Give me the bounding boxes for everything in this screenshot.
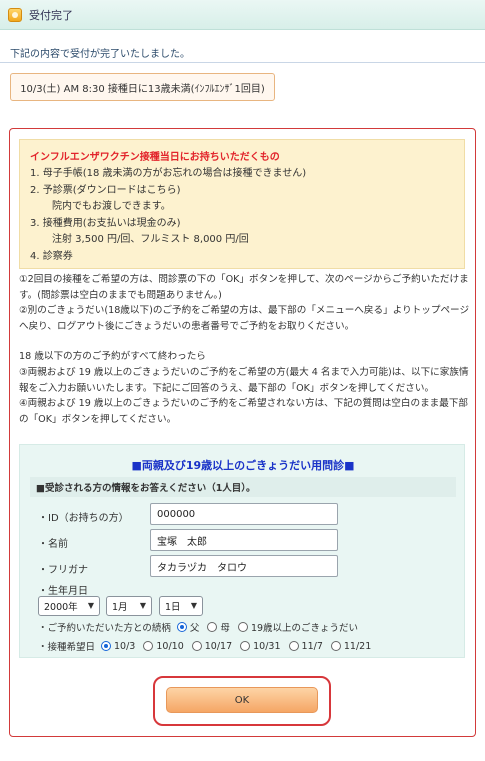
reservation-panel: インフルエンザワクチン接種当日にお持ちいただくもの 1. 母子手帳(18 歳未満… (9, 128, 476, 737)
date-radio-11-21[interactable]: 11/21 (330, 640, 372, 652)
bring-items-box: インフルエンザワクチン接種当日にお持ちいただくもの 1. 母子手帳(18 歳未満… (19, 139, 465, 269)
chevron-down-icon: ▼ (87, 601, 94, 610)
instruction-4: ④両親および 19 歳以上のごきょうだいのご予約をご希望されない方は、下記の質問… (19, 398, 469, 425)
date-radio-10-17[interactable]: 10/17 (191, 640, 233, 652)
birth-year-value: 2000年 (44, 602, 78, 613)
radio-icon (237, 622, 248, 632)
bring-item[interactable]: 2. 予診票(ダウンロードはこちら) (30, 183, 454, 200)
divider (0, 62, 485, 63)
date-option-label: 10/31 (253, 640, 281, 652)
relation-option-label: 19歳以上のごきょうだい (250, 623, 359, 634)
date-radio-10-3[interactable]: 10/3 (101, 641, 135, 652)
birth-year-select[interactable]: 2000年 ▼ (38, 596, 100, 616)
radio-icon (240, 641, 251, 651)
radio-icon (207, 622, 218, 632)
radio-icon (330, 641, 341, 651)
radio-icon (143, 641, 154, 651)
radio-icon (288, 641, 299, 651)
chevron-down-icon: ▼ (139, 601, 146, 610)
chevron-down-icon: ▼ (190, 601, 197, 610)
id-input[interactable] (150, 503, 338, 525)
questionnaire-title: ■両親及び19歳以上のごきょうだい用問診■ (131, 459, 355, 472)
date-row: ・接種希望日 10/3 10/10 10/17 10/31 11/7 11/21 (38, 639, 379, 654)
date-option-label: 10/3 (114, 640, 136, 652)
birth-month-value: 1月 (112, 602, 128, 613)
name-input[interactable] (150, 529, 338, 551)
title-bar: 受付完了 (0, 0, 485, 30)
date-radio-10-31[interactable]: 10/31 (240, 640, 281, 652)
kana-label: ・フリガナ (38, 565, 88, 576)
bring-items-title: インフルエンザワクチン接種当日にお持ちいただくもの (30, 152, 280, 163)
birth-day-value: 1日 (165, 602, 181, 613)
instruction-3: ③両親および 19 歳以上のごきょうだいのご予約をご希望の方(最大 4 名まで入… (19, 367, 469, 394)
date-option-label: 10/10 (156, 640, 184, 652)
relation-option-label: 父 (189, 623, 200, 634)
relation-father-radio[interactable]: 父 (176, 620, 200, 634)
relation-option-label: 母 (220, 623, 230, 634)
ok-highlight: OK (153, 676, 331, 726)
bring-item: 3. 接種費用(お支払いは現金のみ) (30, 217, 181, 229)
date-radio-10-10[interactable]: 10/10 (143, 640, 184, 652)
birth-day-select[interactable]: 1日 ▼ (159, 596, 203, 616)
date-option-label: 11/7 (301, 640, 323, 652)
package-icon (8, 7, 22, 22)
bring-item: 1. 母子手帳(18 歳未満の方がお忘れの場合は接種できません) (30, 168, 307, 179)
bring-item-note: 注射 3,500 円/回、フルミスト 8,000 円/回 (52, 234, 249, 245)
bring-item: 4. 診察券 (30, 250, 73, 262)
instruction-note: 18 歳以下の方のご予約がすべて終わったら (19, 351, 206, 362)
questionnaire: ■両親及び19歳以上のごきょうだい用問診■ ■受診される方の情報をお答えください… (19, 444, 465, 658)
date-radio-11-7[interactable]: 11/7 (288, 640, 323, 652)
relation-row: ・ご予約いただいた方との続柄 父 母 19歳以上のごきょうだい (38, 620, 366, 634)
birth-month-select[interactable]: 1月 ▼ (106, 596, 152, 616)
date-label: ・接種希望日 (38, 642, 96, 653)
page-title: 受付完了 (29, 8, 73, 22)
kana-input[interactable] (150, 555, 338, 577)
radio-icon (191, 641, 202, 651)
relation-label: ・ご予約いただいた方との続柄 (38, 623, 171, 634)
radio-selected-icon (176, 622, 187, 632)
relation-mother-radio[interactable]: 母 (207, 620, 230, 634)
bring-item-note: 院内でもお渡しできます。 (52, 201, 171, 212)
reservation-summary: 10/3(土) AM 8:30 接種日に13歳未満(ｲﾝﾌﾙｴﾝｻﾞ1回目) (10, 73, 275, 101)
instruction-2: ②別のごきょうだい(18歳以下)のご予約をご希望の方は、最下部の「メニューへ戻る… (19, 305, 470, 332)
date-option-label: 10/17 (204, 640, 233, 652)
instruction-1: ①2回目の接種をご希望の方は、問診票の下の「OK」ボタンを押して、次のページから… (19, 274, 469, 301)
relation-sibling-radio[interactable]: 19歳以上のごきょうだい (237, 620, 359, 634)
completion-notice: 下記の内容で受付が完了いたしました。 (10, 49, 190, 60)
id-label: ・ID（お持ちの方） (38, 513, 129, 524)
birth-label: ・生年月日 (38, 586, 88, 597)
name-label: ・名前 (38, 539, 68, 550)
ok-button[interactable]: OK (166, 687, 318, 713)
date-option-label: 11/21 (343, 640, 372, 652)
questionnaire-subtitle: ■受診される方の情報をお答えください（1人目）。 (30, 477, 456, 497)
radio-selected-icon (101, 641, 112, 651)
